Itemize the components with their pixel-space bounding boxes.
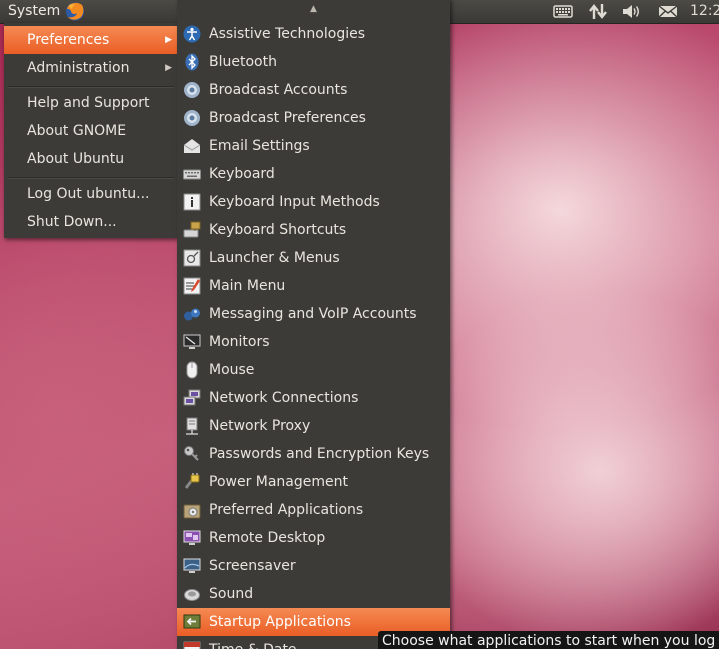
system-menu-button[interactable]: System: [0, 0, 68, 23]
clock[interactable]: 12:2: [690, 0, 719, 23]
pref-item-label: Sound: [209, 586, 254, 602]
preferences-submenu: ▲ Assistive Technologies Bluetooth Broad…: [177, 0, 450, 649]
keyboard-shortcuts-icon: [183, 221, 201, 238]
volume-icon[interactable]: [621, 2, 643, 21]
preferred-apps-icon: [183, 504, 201, 519]
pref-item-email-settings[interactable]: Email Settings: [177, 132, 450, 160]
pref-item-label: Broadcast Accounts: [209, 82, 348, 98]
pref-item-sound[interactable]: Sound: [177, 580, 450, 608]
startup-icon: [183, 614, 201, 629]
menu-item-preferences[interactable]: Preferences ▶: [4, 26, 178, 54]
submenu-arrow-icon: ▶: [165, 35, 172, 45]
pref-item-label: Screensaver: [209, 558, 296, 574]
scroll-up-arrow-icon[interactable]: ▲: [177, 0, 450, 18]
menu-item-label: Help and Support: [27, 95, 150, 111]
sound-icon: [184, 589, 200, 601]
pref-item-label: Monitors: [209, 334, 270, 350]
menu-item-label: Preferences: [27, 32, 110, 48]
mail-icon[interactable]: [657, 2, 679, 21]
menu-item-shut-down[interactable]: Shut Down...: [4, 208, 178, 236]
calendar-icon: [183, 641, 201, 649]
pref-item-label: Keyboard: [209, 166, 275, 182]
pref-item-label: Network Connections: [209, 390, 359, 406]
pref-item-label: Preferred Applications: [209, 502, 364, 518]
menu-item-label: Shut Down...: [27, 214, 117, 230]
menu-item-about-ubuntu[interactable]: About Ubuntu: [4, 145, 178, 173]
system-menu: Preferences ▶ Administration ▶ Help and …: [4, 23, 178, 238]
pref-item-bluetooth[interactable]: Bluetooth: [177, 48, 450, 76]
mouse-icon: [186, 361, 198, 379]
submenu-arrow-icon: ▶: [165, 63, 172, 73]
pref-item-label: Messaging and VoIP Accounts: [209, 306, 417, 322]
monitor-icon: [183, 334, 201, 349]
pref-item-broadcast-accounts[interactable]: Broadcast Accounts: [177, 76, 450, 104]
pref-item-launcher-and-menus[interactable]: Launcher & Menus: [177, 244, 450, 272]
pref-item-network-connections[interactable]: Network Connections: [177, 384, 450, 412]
menu-separator: [8, 177, 174, 179]
network-proxy-icon: [186, 417, 198, 435]
pref-item-mouse[interactable]: Mouse: [177, 356, 450, 384]
pref-item-messaging-and-voip-accounts[interactable]: Messaging and VoIP Accounts: [177, 300, 450, 328]
broadcast-accounts-icon: [184, 82, 200, 98]
messaging-icon: [184, 308, 200, 321]
pref-item-label: Remote Desktop: [209, 530, 326, 546]
pref-item-network-proxy[interactable]: Network Proxy: [177, 412, 450, 440]
tooltip: Choose what applications to start when y…: [378, 631, 719, 649]
pref-item-preferred-applications[interactable]: Preferred Applications: [177, 496, 450, 524]
pref-item-label: Passwords and Encryption Keys: [209, 446, 430, 462]
pref-item-keyboard[interactable]: Keyboard: [177, 160, 450, 188]
pref-item-monitors[interactable]: Monitors: [177, 328, 450, 356]
power-icon: [184, 473, 200, 489]
pref-item-label: Broadcast Preferences: [209, 110, 366, 126]
menu-item-label: About Ubuntu: [27, 151, 125, 167]
pref-item-broadcast-preferences[interactable]: Broadcast Preferences: [177, 104, 450, 132]
pref-item-passwords-and-encryption-keys[interactable]: Passwords and Encryption Keys: [177, 440, 450, 468]
menu-item-label: Administration: [27, 60, 130, 76]
firefox-icon[interactable]: [62, 0, 88, 23]
network-arrows-icon[interactable]: [587, 2, 609, 21]
pref-item-label: Main Menu: [209, 278, 286, 294]
menu-item-administration[interactable]: Administration ▶: [4, 54, 178, 82]
network-icon: [183, 389, 201, 406]
pref-item-label: Launcher & Menus: [209, 250, 340, 266]
broadcast-preferences-icon: [184, 110, 200, 126]
pref-item-label: Network Proxy: [209, 418, 311, 434]
keyboard-icon[interactable]: [552, 2, 574, 21]
accessibility-icon: [183, 25, 201, 43]
pref-item-label: Assistive Technologies: [209, 26, 366, 42]
pref-item-label: Power Management: [209, 474, 349, 490]
pref-item-label: Time & Date: [209, 636, 297, 649]
pref-item-assistive-technologies[interactable]: Assistive Technologies: [177, 20, 450, 48]
menu-item-about-gnome[interactable]: About GNOME: [4, 117, 178, 145]
launcher-icon: [183, 249, 201, 267]
key-icon: [184, 446, 199, 461]
pref-item-label: Bluetooth: [209, 54, 277, 70]
remote-desktop-icon: [183, 530, 201, 545]
pref-item-label: Startup Applications: [209, 614, 351, 630]
pref-item-remote-desktop[interactable]: Remote Desktop: [177, 524, 450, 552]
menu-separator: [8, 86, 174, 88]
pref-item-label: Keyboard Shortcuts: [209, 222, 347, 238]
pref-item-power-management[interactable]: Power Management: [177, 468, 450, 496]
screensaver-icon: [183, 558, 201, 573]
pref-item-keyboard-shortcuts[interactable]: Keyboard Shortcuts: [177, 216, 450, 244]
pref-item-screensaver[interactable]: Screensaver: [177, 552, 450, 580]
menu-item-label: About GNOME: [27, 123, 127, 139]
pref-item-label: Mouse: [209, 362, 255, 378]
pref-item-label: Email Settings: [209, 138, 310, 154]
pref-item-label: Keyboard Input Methods: [209, 194, 380, 210]
pref-item-main-menu[interactable]: Main Menu: [177, 272, 450, 300]
pref-item-keyboard-input-methods[interactable]: Keyboard Input Methods: [177, 188, 450, 216]
info-icon: [183, 193, 201, 211]
email-icon: [183, 139, 201, 153]
keyboard-icon: [183, 169, 201, 180]
menu-item-help-and-support[interactable]: Help and Support: [4, 89, 178, 117]
bluetooth-icon: [185, 53, 199, 71]
menu-item-label: Log Out ubuntu...: [27, 186, 150, 202]
menu-item-log-out[interactable]: Log Out ubuntu...: [4, 180, 178, 208]
main-menu-icon: [183, 277, 201, 295]
